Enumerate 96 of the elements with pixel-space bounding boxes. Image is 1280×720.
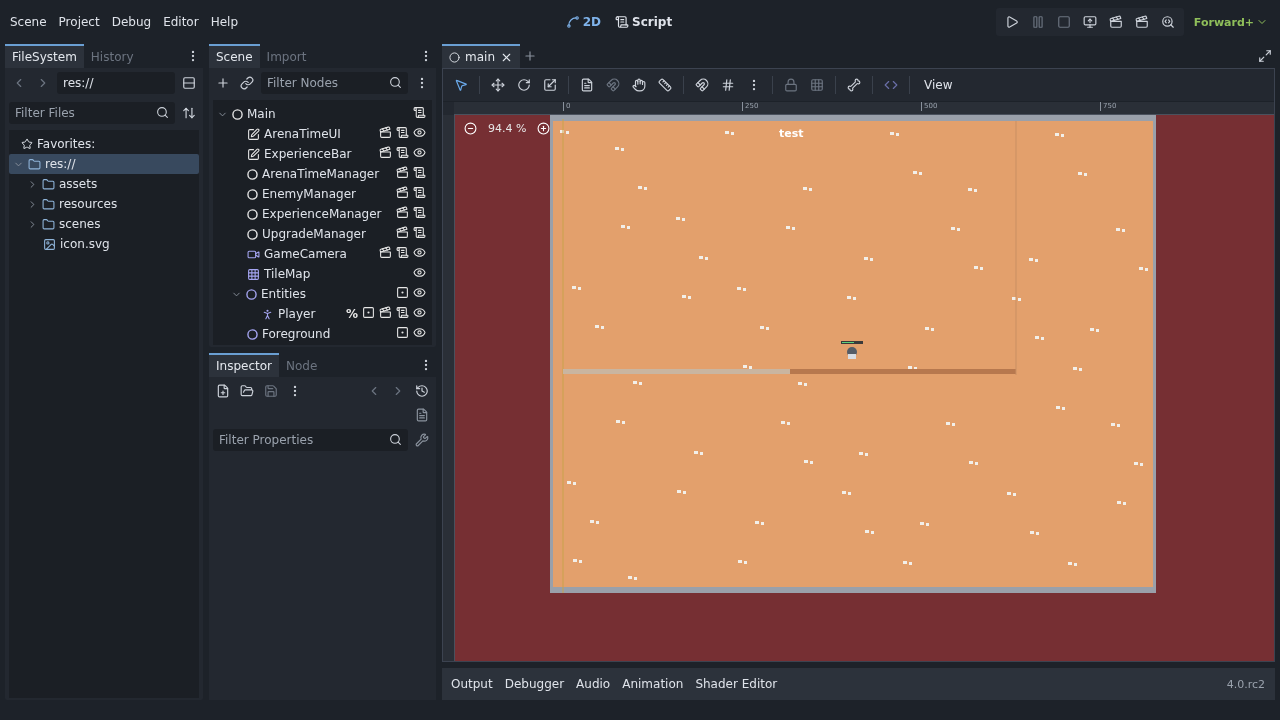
zoom-out-icon[interactable] bbox=[461, 119, 480, 138]
scene-label: test bbox=[779, 127, 804, 140]
node-name[interactable]: EnemyManager bbox=[262, 187, 356, 201]
editor-tab[interactable]: main bbox=[442, 44, 520, 68]
workspace-button[interactable]: 2D bbox=[560, 11, 606, 33]
node-name[interactable]: ArenaTimeManager bbox=[262, 167, 380, 181]
node-name[interactable]: Entities bbox=[261, 287, 306, 301]
file-row[interactable]: icon.svg bbox=[9, 234, 199, 254]
dock-tab[interactable]: Inspector bbox=[209, 353, 279, 378]
path-field[interactable]: res:// bbox=[57, 72, 175, 94]
dock-tab[interactable]: FileSystem bbox=[5, 44, 84, 68]
script-icon bbox=[413, 166, 426, 179]
menu-item[interactable]: Project bbox=[54, 11, 104, 33]
figure-icon bbox=[261, 307, 274, 321]
circle-icon bbox=[247, 328, 258, 340]
script-icon bbox=[396, 306, 409, 319]
node-name[interactable]: Main bbox=[247, 107, 276, 121]
circle-icon bbox=[247, 188, 258, 200]
folder-icon bbox=[42, 197, 55, 211]
folder-icon bbox=[42, 177, 55, 191]
pencil-square-icon bbox=[247, 127, 260, 141]
clapperboard-icon bbox=[396, 186, 409, 199]
eye-icon bbox=[413, 326, 426, 339]
node-name[interactable]: Foreground bbox=[262, 327, 331, 341]
script-icon bbox=[615, 15, 629, 29]
unique-name-mark[interactable]: % bbox=[345, 307, 358, 321]
node-name[interactable]: TileMap bbox=[264, 267, 311, 281]
circle-icon bbox=[247, 208, 258, 220]
dock-tab[interactable]: Scene bbox=[209, 44, 260, 68]
file-row[interactable]: scenes bbox=[9, 214, 199, 234]
file-row[interactable]: assets bbox=[9, 174, 199, 194]
eye-icon bbox=[413, 286, 426, 299]
node-name[interactable]: Player bbox=[278, 307, 316, 321]
bottom-panel-tab[interactable]: Animation bbox=[617, 674, 689, 694]
node-name[interactable]: ArenaTimeUI bbox=[264, 127, 341, 141]
bottom-panel-tab[interactable]: Shader Editor bbox=[690, 674, 783, 694]
file-row[interactable]: res:// bbox=[9, 154, 199, 174]
search-icon bbox=[389, 433, 402, 447]
clapperboard-icon bbox=[379, 246, 392, 259]
filter-field[interactable]: Filter Nodes bbox=[261, 72, 408, 94]
bottom-panel-tab[interactable]: Audio bbox=[571, 674, 616, 694]
script-icon bbox=[396, 146, 409, 159]
clapperboard-icon bbox=[379, 146, 392, 159]
grid-icon bbox=[247, 267, 260, 281]
menu-item[interactable]: Scene bbox=[6, 11, 51, 33]
clapperboard-icon bbox=[396, 206, 409, 219]
menu-item[interactable]: Editor bbox=[159, 11, 203, 33]
pencil-square-icon bbox=[247, 147, 260, 161]
menu-item[interactable]: Help bbox=[206, 11, 242, 33]
folder-icon bbox=[42, 217, 55, 231]
clapperboard-icon bbox=[396, 166, 409, 179]
version-label: 4.0.rc2 bbox=[1226, 677, 1266, 691]
search-icon bbox=[156, 106, 169, 119]
script-icon bbox=[413, 186, 426, 199]
script-icon bbox=[396, 246, 409, 259]
circle-icon bbox=[247, 168, 258, 180]
eye-icon bbox=[413, 246, 426, 259]
folder-icon bbox=[28, 157, 41, 171]
bottom-panel-tab[interactable]: Debugger bbox=[499, 674, 570, 694]
group-icon bbox=[396, 286, 409, 299]
script-icon bbox=[413, 226, 426, 239]
search-icon bbox=[389, 76, 402, 89]
node-name[interactable]: GameCamera bbox=[264, 247, 347, 261]
circle-icon bbox=[232, 108, 243, 120]
image-icon bbox=[43, 237, 56, 251]
star-icon bbox=[21, 138, 33, 150]
filter-field[interactable]: Filter Files bbox=[9, 102, 175, 124]
view-menu[interactable]: View bbox=[918, 76, 959, 94]
favorites-label: Favorites: bbox=[37, 137, 96, 151]
clapperboard-icon bbox=[396, 226, 409, 239]
clapperboard-icon bbox=[379, 126, 392, 139]
circle-icon bbox=[247, 228, 258, 240]
link-icon[interactable] bbox=[237, 73, 257, 93]
menu-item[interactable]: Debug bbox=[107, 11, 156, 33]
node-name[interactable]: UpgradeManager bbox=[262, 227, 366, 241]
curve-icon bbox=[565, 15, 580, 29]
node-name[interactable]: ExperienceManager bbox=[262, 207, 382, 221]
group-icon bbox=[362, 306, 375, 319]
filter-field[interactable]: Filter Properties bbox=[213, 429, 408, 452]
script-icon bbox=[413, 106, 426, 119]
file-row[interactable]: resources bbox=[9, 194, 199, 214]
circle-icon bbox=[246, 288, 257, 300]
bottom-panel-tab[interactable]: Output bbox=[446, 674, 498, 694]
zoom-level: 94.4 % bbox=[488, 122, 527, 135]
renderer-dropdown[interactable]: Forward+ bbox=[1187, 14, 1274, 30]
circle-icon bbox=[449, 51, 460, 63]
eye-icon bbox=[413, 306, 426, 319]
eye-icon bbox=[413, 126, 426, 139]
script-icon bbox=[413, 206, 426, 219]
eye-icon bbox=[413, 146, 426, 159]
node-name[interactable]: ExperienceBar bbox=[264, 147, 352, 161]
eye-icon bbox=[413, 266, 426, 279]
workspace-button[interactable]: Script bbox=[610, 11, 678, 33]
script-icon bbox=[396, 126, 409, 139]
group-icon bbox=[396, 326, 409, 339]
clapperboard-icon bbox=[379, 306, 392, 319]
